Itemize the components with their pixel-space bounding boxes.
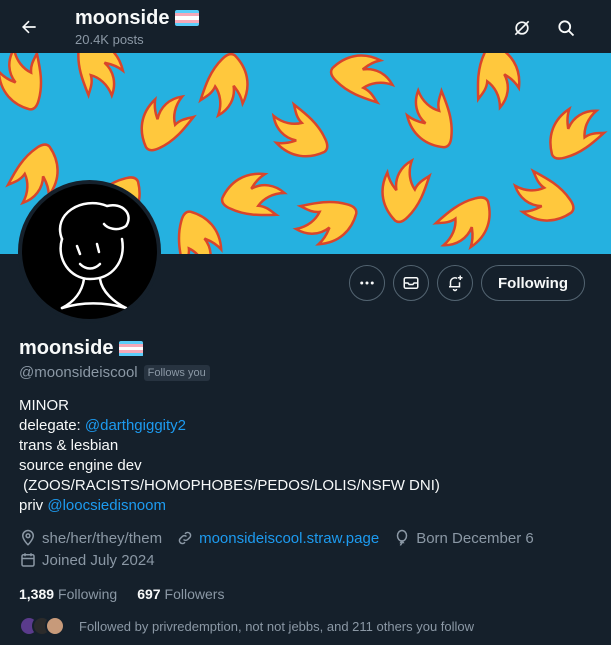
avatar-drawing-image (58, 201, 130, 310)
top-bar: moonside 20.4K posts (0, 0, 611, 53)
bio-line: source engine dev (19, 457, 142, 474)
followers-stat[interactable]: 697 Followers (137, 586, 224, 602)
mutual-avatars (19, 616, 67, 636)
following-stat[interactable]: 1,389 Following (19, 586, 117, 602)
arrow-left-icon (22, 20, 36, 34)
post-count: 20.4K posts (75, 32, 144, 47)
joined-row: Joined July 2024 (19, 551, 169, 569)
notifications-button[interactable] (437, 265, 473, 301)
handle: @moonsideiscool (19, 364, 138, 381)
birthday: Born December 6 (416, 529, 534, 547)
more-icon (360, 281, 374, 285)
more-button[interactable] (349, 265, 385, 301)
following-count: 1,389 (19, 586, 55, 602)
bio-line: trans & lesbian (19, 437, 119, 454)
back-button[interactable] (14, 12, 44, 42)
follow-stats: 1,389 Following 697 Followers (19, 586, 224, 602)
trans-flag-icon (119, 340, 144, 357)
bio: MINOR delegate: @darthgiggity2 trans & l… (19, 396, 440, 516)
followed-by-row[interactable]: Followed by privredemption, not not jebb… (19, 616, 474, 636)
bio-text: delegate: (19, 417, 85, 434)
followers-label: Followers (164, 586, 225, 602)
header-title-block: moonside 20.4K posts (75, 6, 200, 47)
follows-you-badge: Follows you (143, 364, 210, 381)
followers-count: 697 (137, 586, 161, 602)
bio-line: MINOR (19, 397, 69, 414)
bell-plus-icon (449, 275, 463, 292)
birthday-item: Born December 6 (393, 529, 534, 547)
profile-name-row: moonside (19, 337, 144, 360)
message-icon (403, 277, 419, 289)
website-link[interactable]: moonsideiscool.straw.page (199, 530, 379, 547)
pronouns: she/her/they/them (42, 529, 163, 547)
following-button[interactable]: Following (481, 265, 585, 301)
search-button[interactable] (552, 14, 580, 42)
joined-date: Joined July 2024 (42, 551, 155, 569)
balloon-icon (396, 529, 408, 546)
joined-item: Joined July 2024 (19, 551, 155, 569)
search-icon (558, 20, 575, 37)
calendar-icon (21, 553, 35, 567)
priv-account-link[interactable]: @loocsiedisnoom (47, 497, 166, 514)
location-pin-icon (21, 529, 35, 546)
following-label: Following (58, 586, 118, 602)
profile-meta-row: she/her/they/them moonsideiscool.straw.p… (19, 529, 548, 547)
bio-line: delegate: @darthgiggity2 (19, 416, 440, 436)
avatar[interactable] (18, 180, 161, 323)
mutual-avatar (45, 616, 65, 636)
header-title: moonside (75, 6, 200, 30)
message-button[interactable] (393, 265, 429, 301)
grok-button[interactable] (508, 14, 536, 42)
grok-icon (514, 20, 530, 36)
link-icon (178, 531, 192, 545)
handle-row: @moonsideiscool Follows you (19, 364, 210, 381)
bio-line: priv @loocsiedisnoom (19, 496, 440, 516)
delegate-link[interactable]: @darthgiggity2 (85, 417, 186, 434)
bio-line: (ZOOS/RACISTS/HOMOPHOBES/PEDOS/LOLIS/NSF… (19, 477, 440, 494)
website-item[interactable]: moonsideiscool.straw.page (176, 529, 379, 547)
display-name: moonside (19, 337, 114, 359)
pronouns-item: she/her/they/them (19, 529, 162, 547)
header-name: moonside (75, 7, 170, 29)
followed-by-text: Followed by privredemption, not not jebb… (79, 618, 475, 634)
trans-flag-icon (175, 10, 200, 26)
bio-text: priv (19, 497, 48, 514)
